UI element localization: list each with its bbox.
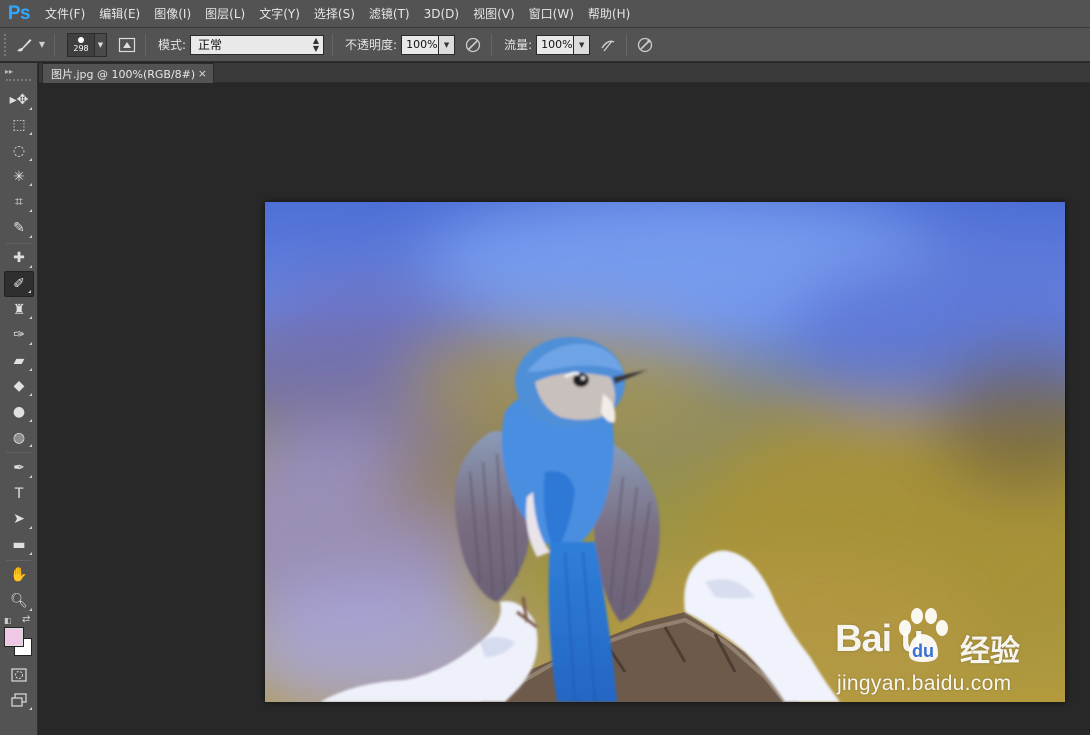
eraser-tool[interactable]: ▰: [4, 348, 34, 374]
menu-item-9[interactable]: 窗口(W): [522, 0, 581, 28]
history-brush-tool[interactable]: ✑: [4, 322, 34, 348]
brush-tool-icon: ✐: [13, 275, 25, 292]
flow-input[interactable]: 100%: [536, 34, 575, 55]
document-tab-title: 图片.jpg @ 100%(RGB/8#): [51, 67, 196, 81]
quick-mask-icon[interactable]: [4, 662, 34, 688]
swap-colors-icon[interactable]: ⇄: [22, 614, 30, 625]
clone-stamp-tool[interactable]: ♜: [4, 297, 34, 323]
path-selection-tool[interactable]: ➤: [4, 507, 34, 533]
rectangle-tool-icon: ▬: [12, 536, 26, 553]
tool-options-bar: ▼ 298 ▼ 模式: 正常 ▲ ▼ 不透明度: 100% ▼ 流量: 100% …: [0, 28, 1090, 62]
zoom-tool[interactable]: 🔍︎: [4, 588, 34, 614]
menu-item-4[interactable]: 文字(Y): [252, 0, 307, 28]
default-colors-icon[interactable]: ◧: [4, 616, 12, 625]
menu-item-8[interactable]: 视图(V): [466, 0, 522, 28]
bird-photo[interactable]: Bai u du 经验 jingyan.baidu.com: [265, 202, 1065, 702]
bird-photo-illustration: [265, 202, 1065, 702]
brush-tool-preset-icon[interactable]: [12, 33, 36, 57]
pressure-size-icon[interactable]: [633, 33, 657, 57]
opacity-slider-caret[interactable]: ▼: [439, 34, 456, 55]
mode-label: 模式:: [158, 38, 187, 52]
paint-bucket-tool[interactable]: ◆: [4, 374, 34, 400]
type-tool[interactable]: T: [4, 481, 34, 507]
document-tab[interactable]: 图片.jpg @ 100%(RGB/8#) ×: [42, 63, 214, 83]
menu-item-3[interactable]: 图层(L): [198, 0, 252, 28]
marquee-tool-icon: ⬚: [12, 117, 26, 134]
tool-divider: [6, 452, 31, 454]
magic-wand-tool-icon: ✳: [13, 168, 25, 185]
pressure-opacity-icon[interactable]: [461, 33, 485, 57]
menu-item-2[interactable]: 图像(I): [147, 0, 198, 28]
menu-item-7[interactable]: 3D(D): [417, 0, 466, 28]
menu-item-0[interactable]: 文件(F): [38, 0, 92, 28]
brush-size-value: 298: [73, 43, 89, 53]
flow-slider-caret[interactable]: ▼: [574, 34, 591, 55]
screen-mode-icon[interactable]: [4, 687, 34, 713]
pen-tool[interactable]: ✒: [4, 455, 34, 481]
color-swatches: ◧ ⇄: [0, 614, 38, 662]
healing-brush-tool-icon: ✚: [13, 250, 25, 267]
blend-mode-select[interactable]: 正常 ▲ ▼: [190, 34, 325, 55]
path-selection-tool-icon: ➤: [13, 511, 25, 528]
brush-panel-toggle-icon[interactable]: [115, 33, 139, 57]
hand-tool-icon: ✋: [10, 567, 28, 584]
brush-size-picker[interactable]: 298: [67, 32, 95, 57]
dodge-tool[interactable]: ◍: [4, 425, 34, 451]
photoshop-logo: Ps: [7, 2, 31, 24]
eraser-tool-icon: ▰: [13, 352, 25, 369]
blur-tool-icon: ●: [12, 403, 26, 420]
magic-wand-tool[interactable]: ✳: [4, 164, 34, 190]
pen-tool-icon: ✒: [13, 460, 25, 477]
eyedropper-tool-icon: ✎: [13, 219, 25, 236]
menu-item-10[interactable]: 帮助(H): [581, 0, 637, 28]
crop-tool[interactable]: ⌗: [4, 189, 34, 215]
blend-mode-value: 正常: [198, 38, 223, 52]
paint-bucket-tool-icon: ◆: [13, 378, 25, 395]
updown-arrows-icon: ▲ ▼: [312, 35, 320, 53]
flow-label: 流量:: [504, 38, 533, 52]
dodge-tool-icon: ◍: [12, 429, 26, 446]
tool-divider: [6, 242, 31, 244]
menu-bar: Ps 文件(F) 编辑(E) 图像(I) 图层(L) 文字(Y) 选择(S) 滤镜(T) 3D…: [0, 0, 1090, 28]
panel-collapse-icon[interactable]: ▸▸: [0, 63, 37, 79]
preset-picker-caret[interactable]: ▼: [36, 33, 48, 57]
type-tool-icon: T: [14, 485, 24, 502]
menu-item-1[interactable]: 编辑(E): [92, 0, 147, 28]
document-tab-bar: 图片.jpg @ 100%(RGB/8#) ×: [39, 63, 1090, 83]
close-icon[interactable]: ×: [198, 67, 207, 80]
crop-tool-icon: ⌗: [15, 194, 23, 211]
menu-item-5[interactable]: 选择(S): [307, 0, 362, 28]
move-tool[interactable]: ▸✥: [4, 87, 34, 113]
zoom-tool-icon: 🔍︎: [10, 593, 28, 610]
clone-stamp-tool-icon: ♜: [12, 301, 26, 318]
opacity-input[interactable]: 100%: [401, 34, 440, 55]
brush-tool[interactable]: ✐: [4, 271, 34, 297]
airbrush-icon[interactable]: [596, 33, 620, 57]
foreground-color-swatch[interactable]: [4, 626, 24, 647]
canvas-area[interactable]: Bai u du 经验 jingyan.baidu.com: [39, 84, 1090, 735]
move-tool-icon: ▸✥: [9, 91, 29, 108]
opacity-label: 不透明度:: [345, 38, 398, 52]
menu-item-6[interactable]: 滤镜(T): [362, 0, 417, 28]
healing-brush-tool[interactable]: ✚: [4, 246, 34, 272]
rectangle-tool[interactable]: ▬: [4, 532, 34, 558]
hand-tool[interactable]: ✋: [4, 563, 34, 589]
tool-divider: [6, 559, 31, 561]
marquee-tool[interactable]: ⬚: [4, 113, 34, 139]
blur-tool[interactable]: ●: [4, 399, 34, 425]
brush-tip-icon: [78, 36, 84, 43]
options-grip[interactable]: [4, 33, 12, 56]
tools-panel: ▸▸ ▸✥ ⬚ ◌ ✳ ⌗ ✎ ✚ ✐ ♜ ✑ ▰ ◆ ● ◍ ✒ T ➤ ▬ ✋ 🔍︎ ◧ ⇄: [0, 63, 38, 735]
brush-picker-caret[interactable]: ▼: [95, 32, 107, 57]
tools-grip[interactable]: [6, 79, 31, 83]
lasso-tool-icon: ◌: [12, 142, 26, 159]
history-brush-tool-icon: ✑: [13, 327, 25, 344]
eyedropper-tool[interactable]: ✎: [4, 215, 34, 241]
lasso-tool[interactable]: ◌: [4, 138, 34, 164]
